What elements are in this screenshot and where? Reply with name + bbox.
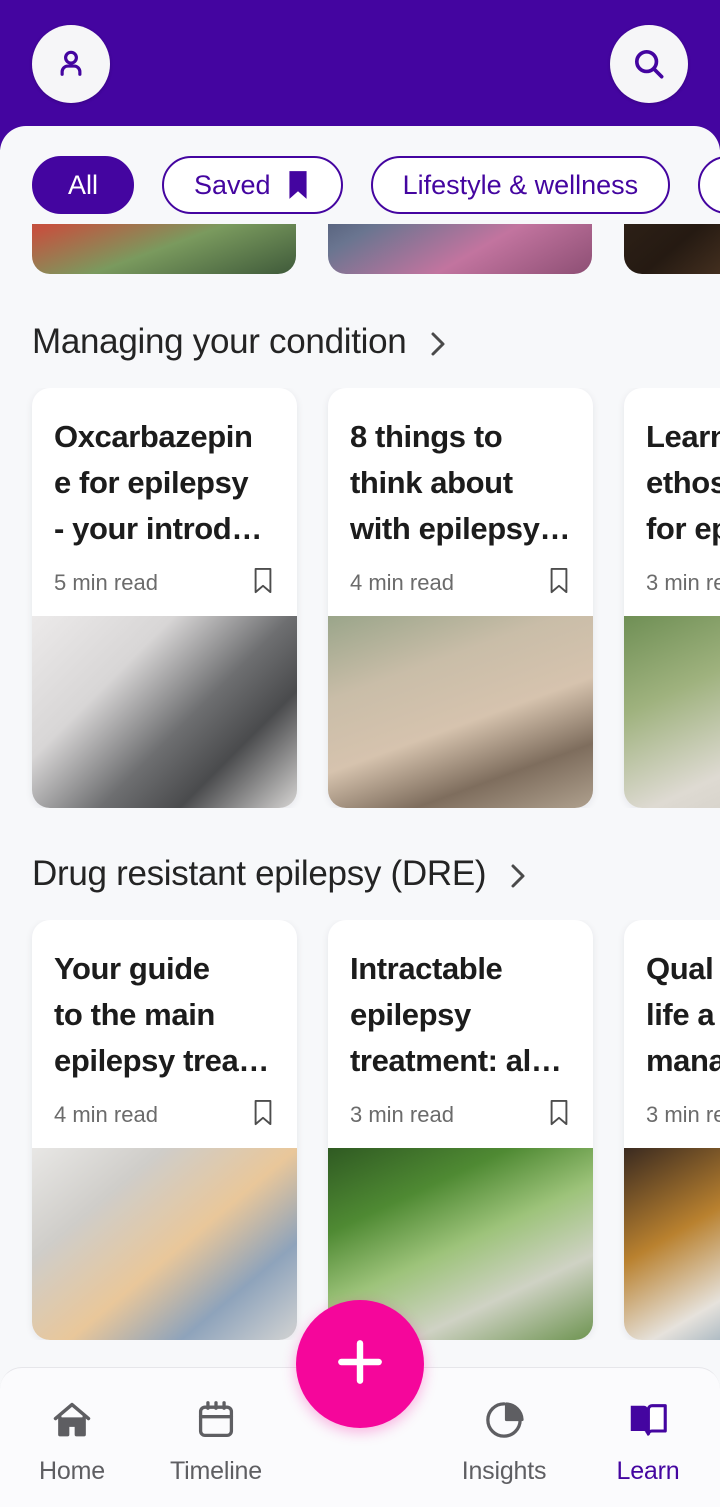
filter-chip-lifestyle-label: Lifestyle & wellness	[402, 169, 639, 200]
filter-chip-all[interactable]: All	[32, 156, 135, 214]
card-image	[32, 224, 296, 274]
pie-chart-icon	[482, 1398, 526, 1447]
card-image	[328, 224, 592, 274]
article-card[interactable]: Qual life a mana 3 min re…	[624, 920, 720, 1340]
filter-chip-row[interactable]: All Saved Lifestyle & wellness	[0, 144, 720, 226]
article-read-time: 4 min read	[350, 570, 454, 595]
nav-item-insights[interactable]: Insights	[432, 1368, 576, 1507]
book-icon	[626, 1398, 670, 1447]
nav-item-timeline[interactable]: Timeline	[144, 1368, 288, 1507]
nav-label-home: Home	[39, 1457, 105, 1485]
article-read-time: 3 min read	[350, 1102, 454, 1127]
filter-chip-saved-label: Saved	[194, 169, 271, 200]
article-card[interactable]: Learn ethos for ep 3 min re…	[624, 388, 720, 808]
calendar-icon	[194, 1398, 238, 1447]
section-header-drug-resistant-epilepsy[interactable]: Drug resistant epilepsy (DRE)	[32, 854, 530, 894]
filter-chip-next[interactable]	[698, 156, 720, 214]
filter-chip-saved[interactable]: Saved	[162, 156, 343, 214]
strip-card[interactable]	[32, 224, 296, 274]
article-card[interactable]: Intractable epilepsy treatment: al… 3 mi…	[328, 920, 593, 1340]
article-title: Qual life a mana	[646, 951, 720, 1078]
chevron-right-icon[interactable]	[426, 326, 450, 359]
strip-card[interactable]	[624, 224, 720, 274]
add-entry-fab-button[interactable]	[296, 1300, 424, 1428]
article-image	[624, 616, 720, 808]
bookmark-outline-icon[interactable]	[251, 1098, 275, 1132]
article-title: 8 things to think about with epilepsy…	[350, 419, 571, 546]
previous-row-image-strip	[0, 224, 720, 296]
home-icon	[50, 1398, 94, 1447]
chevron-right-icon[interactable]	[506, 858, 530, 891]
article-image	[328, 616, 593, 808]
nav-item-learn[interactable]: Learn	[576, 1368, 720, 1507]
article-card[interactable]: Oxcarbazepin e for epilepsy - your intro…	[32, 388, 297, 808]
section-title: Managing your condition	[32, 322, 407, 361]
card-image	[624, 224, 720, 274]
bookmark-outline-icon[interactable]	[251, 566, 275, 600]
section-header-managing-your-condition[interactable]: Managing your condition	[32, 322, 450, 362]
profile-avatar-button[interactable]	[32, 25, 110, 103]
card-row-managing-your-condition[interactable]: Oxcarbazepin e for epilepsy - your intro…	[0, 388, 720, 808]
article-title: Learn ethos for ep	[646, 419, 720, 546]
nav-item-home[interactable]: Home	[0, 1368, 144, 1507]
strip-card[interactable]	[328, 224, 592, 274]
article-title: Your guide to the main epilepsy trea…	[54, 951, 269, 1078]
bookmark-outline-icon[interactable]	[547, 566, 571, 600]
filter-chip-lifestyle-wellness[interactable]: Lifestyle & wellness	[370, 156, 671, 214]
search-icon	[630, 45, 668, 83]
nav-label-timeline: Timeline	[170, 1457, 262, 1485]
bookmark-filled-icon	[285, 170, 311, 200]
bookmark-outline-icon[interactable]	[547, 1098, 571, 1132]
article-title: Oxcarbazepin e for epilepsy - your intro…	[54, 419, 262, 546]
search-button[interactable]	[610, 25, 688, 103]
article-read-time: 4 min read	[54, 1102, 158, 1127]
article-image	[32, 616, 297, 808]
article-image	[32, 1148, 297, 1340]
nav-label-insights: Insights	[461, 1457, 547, 1485]
article-title: Intractable epilepsy treatment: al…	[350, 951, 562, 1078]
plus-icon	[328, 1330, 392, 1399]
person-icon	[52, 45, 90, 83]
filter-chip-all-label: All	[68, 169, 99, 200]
article-read-time: 5 min read	[54, 570, 158, 595]
card-row-drug-resistant-epilepsy[interactable]: Your guide to the main epilepsy trea… 4 …	[0, 920, 720, 1340]
article-read-time: 3 min re…	[646, 570, 720, 595]
article-image	[624, 1148, 720, 1340]
article-card[interactable]: Your guide to the main epilepsy trea… 4 …	[32, 920, 297, 1340]
article-read-time: 3 min re…	[646, 1102, 720, 1127]
app-root: All Saved Lifestyle & wellness Managing …	[0, 0, 720, 1507]
section-title: Drug resistant epilepsy (DRE)	[32, 854, 487, 893]
article-card[interactable]: 8 things to think about with epilepsy… 4…	[328, 388, 593, 808]
nav-label-learn: Learn	[616, 1457, 680, 1485]
bottom-navigation-bar: Home Timeline Insights Learn	[0, 1300, 720, 1507]
